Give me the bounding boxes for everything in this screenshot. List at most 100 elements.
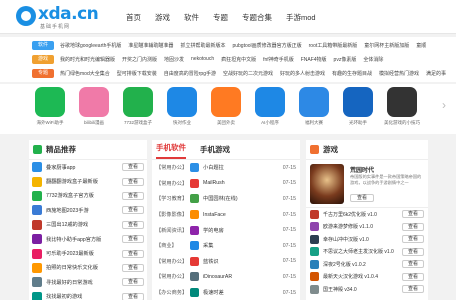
item-date: 07-15 — [282, 211, 296, 218]
app-icon — [299, 87, 329, 117]
item-name[interactable]: 西施地图2023手游 — [46, 207, 122, 214]
item-name[interactable]: 找找最初的游戏 — [46, 293, 122, 300]
nav-item-home[interactable]: 首页 — [126, 12, 141, 23]
view-button[interactable]: 查看 — [122, 249, 144, 258]
item-name[interactable]: 中国园林(在线) — [203, 195, 278, 202]
view-button[interactable]: 查看 — [402, 285, 424, 294]
item-name[interactable]: 寻找最好的日常游戏 — [46, 279, 122, 286]
view-button[interactable]: 查看 — [122, 292, 144, 300]
category-label[interactable]: 【常用办公】 — [156, 164, 190, 171]
tag-link[interactable]: 热门绿色mod大全集合 — [60, 70, 110, 77]
category-label[interactable]: 【常用办公】 — [156, 273, 190, 280]
item-name[interactable]: 深夜2号化版 v1.0.2 — [323, 261, 402, 268]
item-name[interactable]: 采集 — [203, 242, 278, 249]
view-button[interactable]: 查看 — [122, 278, 144, 287]
item-name[interactable]: 我比特小助手app官方版 — [46, 236, 122, 243]
nav-item-software[interactable]: 软件 — [184, 12, 199, 23]
item-name[interactable]: 7732游戏盒子官方版 — [46, 192, 122, 199]
app-tile[interactable]: bilibili漫画 — [74, 87, 114, 126]
app-tile[interactable]: 美化游戏的小技巧 — [382, 87, 422, 126]
app-tile[interactable]: AI小程序 — [250, 87, 290, 126]
view-button[interactable]: 查看 — [122, 263, 144, 272]
item-name[interactable]: 三国出12戚的游戏 — [46, 221, 122, 228]
tag-link[interactable]: 童顺 — [416, 42, 426, 49]
featured-game-view-button[interactable]: 查看 — [350, 194, 374, 202]
tag-link[interactable]: 准星瞄准辅助瞄准器 — [128, 42, 173, 49]
view-button[interactable]: 查看 — [122, 177, 144, 186]
app-tile[interactable]: 光环助手 — [338, 87, 378, 126]
tag-link[interactable]: 抓立拼帮助最新版本 — [180, 42, 225, 49]
app-tile[interactable]: 7732游戏盒子 — [118, 87, 158, 126]
view-button[interactable]: 查看 — [122, 163, 144, 172]
item-name[interactable]: 极速时差 — [203, 289, 278, 296]
tag-link[interactable]: 好玩的多人射击游戏 — [280, 70, 325, 77]
tag-link[interactable]: 全体消除 — [363, 56, 383, 63]
item-name[interactable]: 幸存山冲中汉版 v1.0 — [323, 236, 402, 243]
item-name[interactable]: 小白题拉 — [203, 164, 278, 171]
item-name[interactable]: 学的电房 — [203, 227, 278, 234]
tag-link[interactable]: 型可排版下载安装 — [117, 70, 157, 77]
tag-link[interactable]: 有趣的生存题目战 — [332, 70, 372, 77]
nav-item-topics[interactable]: 专题 — [213, 12, 228, 23]
view-button[interactable]: 查看 — [122, 235, 144, 244]
category-label[interactable]: 【影像影像】 — [156, 211, 190, 218]
site-logo[interactable]: xda.cn 基础手机网 — [16, 4, 99, 30]
nav-item-mod[interactable]: 手游mod — [286, 12, 316, 23]
tab-mobile-games[interactable]: 手机游戏 — [200, 144, 230, 159]
view-button[interactable]: 查看 — [402, 247, 424, 256]
tag-link[interactable]: 童尔网杯主新版加版 — [364, 42, 409, 49]
view-button[interactable]: 查看 — [402, 272, 424, 281]
tab-mobile-software[interactable]: 手机软件 — [156, 142, 186, 159]
category-label[interactable]: 【办公商务】 — [156, 289, 190, 296]
category-label[interactable]: 【学习教育】 — [156, 195, 190, 202]
category-label[interactable]: 【常用办公】 — [156, 258, 190, 265]
item-name[interactable]: iDinosaurAR — [203, 274, 278, 280]
tag-link[interactable]: pubgtool画质修改器官方版正版 — [232, 42, 301, 49]
view-button[interactable]: 查看 — [122, 206, 144, 215]
tag-link[interactable]: 模拟经营热门游戏 — [379, 70, 419, 77]
view-button[interactable]: 查看 — [122, 220, 144, 229]
item-name[interactable]: 拍照的日常快乐文化版 — [46, 264, 122, 271]
app-tile[interactable]: 福利大赛 — [294, 87, 334, 126]
tag-link[interactable]: root工具箱带版最新版 — [309, 42, 358, 49]
item-name[interactable]: 叠家厨事app — [46, 164, 122, 171]
item-name[interactable]: 蓝铁识 — [203, 258, 278, 265]
app-tile[interactable]: 海外WiFi助手 — [30, 87, 70, 126]
item-name[interactable]: 欧游来游梦修版 v1.1.0 — [323, 223, 402, 230]
view-button[interactable]: 查看 — [402, 222, 424, 231]
view-button[interactable]: 查看 — [402, 210, 424, 219]
item-name[interactable]: 可乐助手2023最新版 — [46, 250, 122, 257]
app-tile[interactable]: 快对作业 — [162, 87, 202, 126]
app-tile[interactable]: 美团外卖 — [206, 87, 246, 126]
tag-link[interactable]: 空战好玩的二次元游戏 — [223, 70, 273, 77]
scroll-right-icon[interactable]: › — [442, 98, 452, 114]
tag-link[interactable]: 开奖之门内测版 — [122, 56, 157, 63]
category-label[interactable]: 【商业】 — [156, 242, 190, 249]
item-name[interactable]: MailRush — [203, 180, 278, 186]
item-name[interactable]: 国王神殿 v34.0 — [323, 286, 402, 293]
tag-link[interactable]: nekotouch — [191, 56, 214, 63]
tag-link[interactable]: 自由度高的冒险rpg手游 — [164, 70, 216, 77]
app-icon — [35, 87, 65, 117]
tag-link[interactable]: 谷歌地球googleearth手机版 — [60, 42, 121, 49]
nav-item-topic-collection[interactable]: 专题合集 — [242, 12, 272, 23]
item-name[interactable]: 千古万里6k2优化版 v1.0 — [323, 211, 402, 218]
tag-link[interactable]: 满足的事 — [426, 70, 446, 77]
nav-item-games[interactable]: 游戏 — [155, 12, 170, 23]
view-button[interactable]: 查看 — [402, 235, 424, 244]
item-name[interactable]: 翻翻翻游戏盒子最新版 — [46, 178, 122, 185]
tag-link[interactable]: fnf神奇手机版 — [263, 56, 294, 63]
tag-link[interactable]: pvz像素版 — [334, 56, 357, 63]
tag-link[interactable]: FNAF4物版 — [301, 56, 327, 63]
featured-game[interactable]: 荒园时代 帝国版的实事件是一款帝国策略帝国的游戏，以战争的手游剧情中之一 查看 — [306, 160, 428, 208]
tag-link[interactable]: 我的时光和时光编辑器版 — [60, 56, 115, 63]
item-name[interactable]: 不思议之大师老主发汉化版 v1.0 — [323, 248, 402, 255]
view-button[interactable]: 查看 — [122, 191, 144, 200]
view-button[interactable]: 查看 — [402, 260, 424, 269]
category-label[interactable]: 【常用办公】 — [156, 180, 190, 187]
item-name[interactable]: 最新天火汉化游戏 v1.0.4 — [323, 273, 402, 280]
category-label[interactable]: 【新闻资讯】 — [156, 227, 190, 234]
item-name[interactable]: InstaFace — [203, 212, 278, 218]
tag-link[interactable]: 疯狂坦克中文版 — [221, 56, 256, 63]
tag-link[interactable]: 地固沙发 — [164, 56, 184, 63]
